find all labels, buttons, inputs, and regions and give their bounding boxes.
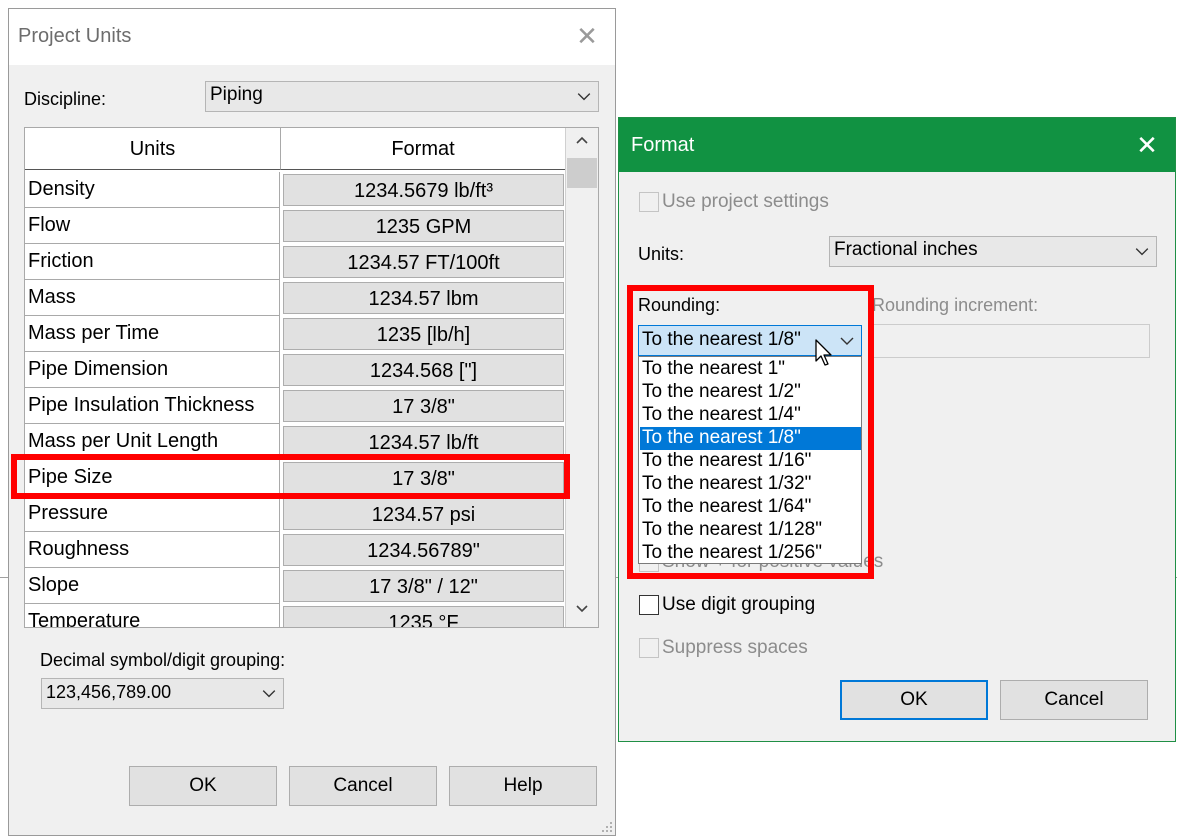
decimal-grouping-value: 123,456,789.00 [46, 682, 172, 702]
unit-name-cell: Pipe Size [25, 460, 280, 496]
use-project-settings-checkbox[interactable] [639, 192, 659, 212]
rounding-option[interactable]: To the nearest 1/256" [640, 542, 861, 565]
table-row: Pipe Dimension 1234.568 ["] [25, 352, 565, 388]
chevron-down-icon [840, 337, 854, 345]
dialog-title: Project Units [18, 25, 132, 47]
unit-name-cell: Friction [25, 244, 280, 280]
table-row: Pipe Size 17 3/8" [25, 460, 565, 496]
discipline-label: Discipline: [24, 89, 107, 109]
units-select[interactable]: Fractional inches [829, 236, 1157, 267]
use-project-settings-label: Use project settings [662, 191, 829, 212]
format-column-header[interactable]: Format [281, 128, 566, 170]
format-button[interactable]: 1234.57 lb/ft [283, 426, 564, 458]
scroll-thumb[interactable] [567, 158, 597, 188]
format-ok-button[interactable]: OK [840, 680, 988, 720]
resize-grip-icon[interactable] [601, 821, 613, 833]
unit-name-cell: Roughness [25, 532, 280, 568]
vertical-scrollbar[interactable] [565, 128, 598, 627]
chevron-down-icon [1135, 248, 1149, 256]
format-button[interactable]: 1234.568 ["] [283, 354, 564, 386]
title-bar: Format ✕ [619, 118, 1175, 172]
suppress-spaces-label: Suppress spaces [662, 637, 808, 658]
format-dialog: Format ✕ Use project settings Units: Fra… [618, 117, 1176, 742]
close-icon[interactable]: ✕ [569, 21, 605, 53]
rounding-option[interactable]: To the nearest 1/32" [640, 473, 861, 496]
format-button[interactable]: 1234.5679 lb/ft³ [283, 174, 564, 206]
rounding-option[interactable]: To the nearest 1/16" [640, 450, 861, 473]
format-button[interactable]: 17 3/8" [283, 462, 564, 494]
rounding-option[interactable]: To the nearest 1/4" [640, 404, 861, 427]
format-button[interactable]: 1234.57 lbm [283, 282, 564, 314]
rounding-option[interactable]: To the nearest 1/2" [640, 381, 861, 404]
rounding-option[interactable]: To the nearest 1/128" [640, 519, 861, 542]
rounding-dropdown-list: To the nearest 1" To the nearest 1/2" To… [638, 356, 862, 564]
discipline-select[interactable]: Piping [205, 81, 599, 112]
table-row: Friction 1234.57 FT/100ft [25, 244, 565, 280]
format-button[interactable]: 1234.57 FT/100ft [283, 246, 564, 278]
title-bar: Project Units ✕ [9, 9, 615, 65]
unit-name-cell: Mass per Unit Length [25, 424, 280, 460]
units-grid: Units Format Density 1234.5679 lb/ft³ Fl… [24, 127, 599, 628]
suppress-spaces-checkbox[interactable] [639, 638, 659, 658]
unit-name-cell: Density [25, 172, 280, 208]
table-row: Pressure 1234.57 psi [25, 496, 565, 532]
table-row: Slope 17 3/8" / 12" [25, 568, 565, 604]
format-button[interactable]: 1235 GPM [283, 210, 564, 242]
table-row: Roughness 1234.56789" [25, 532, 565, 568]
use-digit-grouping-checkbox[interactable] [639, 595, 659, 615]
format-button[interactable]: 1234.57 psi [283, 498, 564, 530]
rounding-option-selected[interactable]: To the nearest 1/8" [640, 427, 861, 450]
format-button[interactable]: 1235 °F [283, 606, 564, 627]
rounding-value: To the nearest 1/8" [642, 329, 801, 350]
format-button[interactable]: 17 3/8" / 12" [283, 570, 564, 602]
unit-name-cell: Temperature [25, 604, 280, 627]
format-cancel-button[interactable]: Cancel [1000, 680, 1148, 720]
rounding-increment-label: Rounding increment: [872, 295, 1039, 315]
cancel-button[interactable]: Cancel [289, 766, 437, 806]
table-row: Temperature 1235 °F [25, 604, 565, 627]
close-icon[interactable]: ✕ [1129, 128, 1165, 162]
format-button[interactable]: 1234.56789" [283, 534, 564, 566]
help-button[interactable]: Help [449, 766, 597, 806]
scroll-up-icon[interactable] [566, 130, 598, 156]
discipline-value: Piping [210, 84, 263, 105]
table-row: Mass per Unit Length 1234.57 lb/ft [25, 424, 565, 460]
decimal-grouping-label: Decimal symbol/digit grouping: [40, 650, 286, 670]
scroll-down-icon[interactable] [566, 598, 598, 624]
use-digit-grouping-label: Use digit grouping [662, 594, 816, 615]
chevron-down-icon [577, 93, 591, 101]
unit-name-cell: Pressure [25, 496, 280, 532]
unit-name-cell: Mass [25, 280, 280, 316]
format-button[interactable]: 1235 [lb/h] [283, 318, 564, 350]
dialog-title: Format [631, 134, 695, 156]
unit-name-cell: Flow [25, 208, 280, 244]
rounding-option[interactable]: To the nearest 1/64" [640, 496, 861, 519]
unit-name-cell: Pipe Dimension [25, 352, 280, 388]
mouse-cursor-icon [815, 339, 832, 366]
unit-name-cell: Pipe Insulation Thickness [25, 388, 280, 424]
unit-name-cell: Mass per Time [25, 316, 280, 352]
units-column-header[interactable]: Units [25, 128, 281, 170]
units-label: Units: [638, 244, 685, 264]
table-row: Pipe Insulation Thickness 17 3/8" [25, 388, 565, 424]
table-row: Mass per Time 1235 [lb/h] [25, 316, 565, 352]
ok-button[interactable]: OK [129, 766, 277, 806]
project-units-dialog: Project Units ✕ Discipline: Piping Units… [8, 8, 616, 836]
table-row: Flow 1235 GPM [25, 208, 565, 244]
table-row: Mass 1234.57 lbm [25, 280, 565, 316]
chevron-down-icon [262, 690, 276, 698]
unit-name-cell: Slope [25, 568, 280, 604]
format-button[interactable]: 17 3/8" [283, 390, 564, 422]
units-value: Fractional inches [834, 239, 978, 260]
rounding-increment-field [871, 324, 1150, 358]
decimal-grouping-select[interactable]: 123,456,789.00 [41, 678, 284, 709]
table-row: Density 1234.5679 lb/ft³ [25, 172, 565, 208]
rounding-label: Rounding: [638, 295, 721, 315]
